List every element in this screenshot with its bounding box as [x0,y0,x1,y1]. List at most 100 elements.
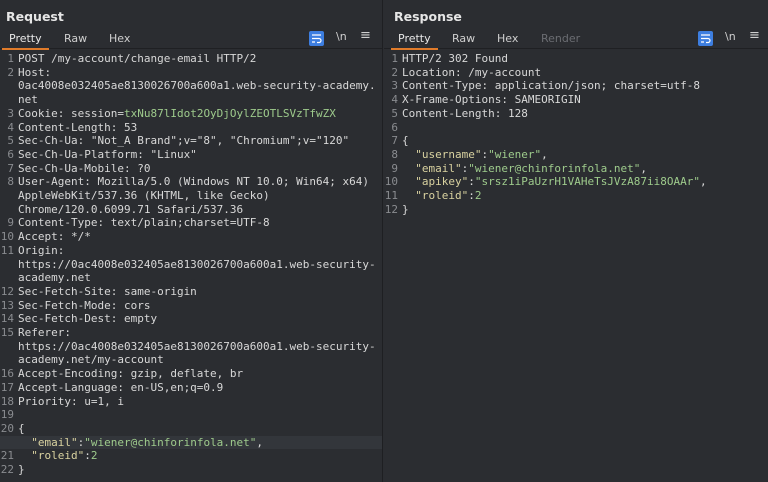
line-prefix: academy.net [18,271,91,285]
json-colon: : [468,175,475,189]
line-prefix: Content-Length: 128 [402,106,528,120]
json-comma: , [256,435,264,449]
line-prefix: Content-Type: text/plain;charset=UTF-8 [18,216,270,230]
code-line: 3 Cookie: session=txNu87lIdot2OyDjOylZEOT… [0,107,382,121]
line-text: "username":"wiener", [402,148,762,162]
response-tab-raw[interactable]: Raw [452,32,475,45]
line-prefix: { [402,134,409,148]
json-key: "roleid" [415,189,469,202]
request-tabs: Pretty Raw Hex [0,30,382,50]
response-menu-icon[interactable]: ≡ [749,28,760,43]
json-key: "apikey" [415,175,469,189]
line-prefix: { [18,421,25,435]
line-text: "apikey":"srsz1iPaUzrH1VAHeTsJVzA87ii8OA… [402,175,762,189]
line-prefix: Sec-Fetch-Site: same-origin [18,284,197,298]
code-line: 9 "email":"wiener@chinforinfola.net", [384,162,768,176]
line-number: 20 [0,421,14,435]
request-newline-toggle[interactable]: \n [336,30,347,43]
line-prefix: Sec-Ch-Ua-Mobile: ?0 [18,161,151,175]
request-tab-hex[interactable]: Hex [109,32,130,45]
line-prefix: net [18,93,38,107]
code-line: 8 "username":"wiener", [384,148,768,162]
code-line: 8 User-Agent: Mozilla/5.0 (Windows NT 10.… [0,175,382,189]
line-number: 9 [391,161,398,175]
code-line: 16 Accept-Encoding: gzip, deflate, br [0,367,382,381]
code-line: 10 "apikey":"srsz1iPaUzrH1VAHeTsJVzA87ii… [384,175,768,189]
json-value: "wiener@chinforinfola.net" [84,435,257,449]
line-text: Content-Type: text/plain;charset=UTF-8 [18,216,376,230]
response-title: Response [394,9,462,24]
code-line: 6 Sec-Ch-Ua-Platform: "Linux" [0,148,382,162]
line-number: 8 [391,147,398,161]
code-line: https://0ac4008e032405ae8130026700a600a1… [0,258,382,272]
response-editor[interactable]: 1 HTTP/2 302 Found 2 Location: /my-account 3… [384,52,768,482]
request-tab-pretty[interactable]: Pretty [2,32,49,50]
wrap-lines-icon[interactable] [309,31,324,46]
response-pane: Response Pretty Raw Hex Render \n ≡ 1 HTT… [384,0,768,482]
code-line: 12} [384,203,768,217]
code-line: 1 POST /my-account/change-email HTTP/2 [0,52,382,66]
line-text: https://0ac4008e032405ae8130026700a600a1… [18,258,376,272]
json-key: "roleid" [31,449,85,463]
line-number: 22 [0,463,14,476]
wrap-lines-icon[interactable] [698,31,713,46]
line-number: 1 [7,52,14,65]
json-key: "username" [415,147,482,161]
line-number: 6 [391,120,398,134]
code-line: 6 [384,121,768,135]
request-tab-raw[interactable]: Raw [64,32,87,45]
line-prefix: X-Frame-Options: SAMEORIGIN [402,93,581,107]
response-tab-pretty[interactable]: Pretty [391,32,438,50]
code-line: AppleWebKit/537.36 (KHTML, like Gecko) [0,189,382,203]
code-line: "email":"wiener@chinforinfola.net", [0,435,382,450]
line-number: 7 [391,134,398,148]
line-number: 6 [7,147,14,161]
line-number: 7 [7,161,14,175]
line-text: Sec-Ch-Ua-Platform: "Linux" [18,148,376,162]
line-text: Origin: [18,244,376,258]
code-line: 11 "roleid":2 [384,189,768,203]
line-text: 0ac4008e032405ae8130026700a600a1.web-sec… [18,79,376,93]
line-prefix: Host: [18,65,52,79]
line-prefix: Location: /my-account [402,65,542,79]
line-text: { [402,134,762,148]
line-prefix: User-Agent: Mozilla/5.0 (Windows NT 10.0… [18,175,369,189]
line-prefix [18,449,31,462]
line-prefix: Content-Length: 53 [18,120,138,134]
line-text: Cookie: session=txNu87lIdot2OyDjOylZEOTL… [18,107,376,121]
request-editor[interactable]: 1 POST /my-account/change-email HTTP/2 2 Ho… [0,52,382,482]
code-line: 13 Sec-Fetch-Mode: cors [0,299,382,313]
line-prefix: POST /my-account/change-email HTTP/2 [18,52,257,65]
line-number: 13 [0,298,14,312]
code-line: 14 Sec-Fetch-Dest: empty [0,312,382,326]
code-line: 11 Origin: [0,244,382,258]
line-number: 1 [391,52,398,65]
code-line: 20 { [0,422,382,436]
line-number: 3 [391,79,398,93]
line-number: 16 [0,367,14,381]
code-line: net [0,93,382,107]
line-prefix: Sec-Ch-Ua: "Not_A Brand";v="8", "Chromiu… [18,134,350,148]
line-prefix: Cookie: session= [18,106,124,120]
line-prefix: HTTP/2 302 Found [402,52,508,65]
response-newline-toggle[interactable]: \n [725,30,736,43]
line-text: Sec-Fetch-Site: same-origin [18,285,376,299]
line-text: "roleid":2 [18,449,376,463]
line-prefix: Sec-Fetch-Mode: cors [18,298,151,312]
response-tab-render[interactable]: Render [541,32,580,45]
line-text: Content-Length: 53 [18,121,376,135]
line-text: Referer: [18,326,376,340]
line-number: 4 [7,120,14,134]
line-prefix: Accept-Language: en-US,en;q=0.9 [18,380,224,394]
request-menu-icon[interactable]: ≡ [360,28,371,43]
code-line: 5 Content-Length: 128 [384,107,768,121]
line-number: 11 [384,189,398,202]
response-tab-hex[interactable]: Hex [497,32,518,45]
line-text: } [402,203,762,217]
line-prefix: academy.net/my-account [18,353,164,367]
line-prefix: Sec-Fetch-Dest: empty [18,312,158,326]
line-text: Sec-Ch-Ua-Mobile: ?0 [18,162,376,176]
code-line: 22} [0,463,382,477]
code-line: https://0ac4008e032405ae8130026700a600a1… [0,340,382,354]
line-number: 12 [384,202,398,216]
